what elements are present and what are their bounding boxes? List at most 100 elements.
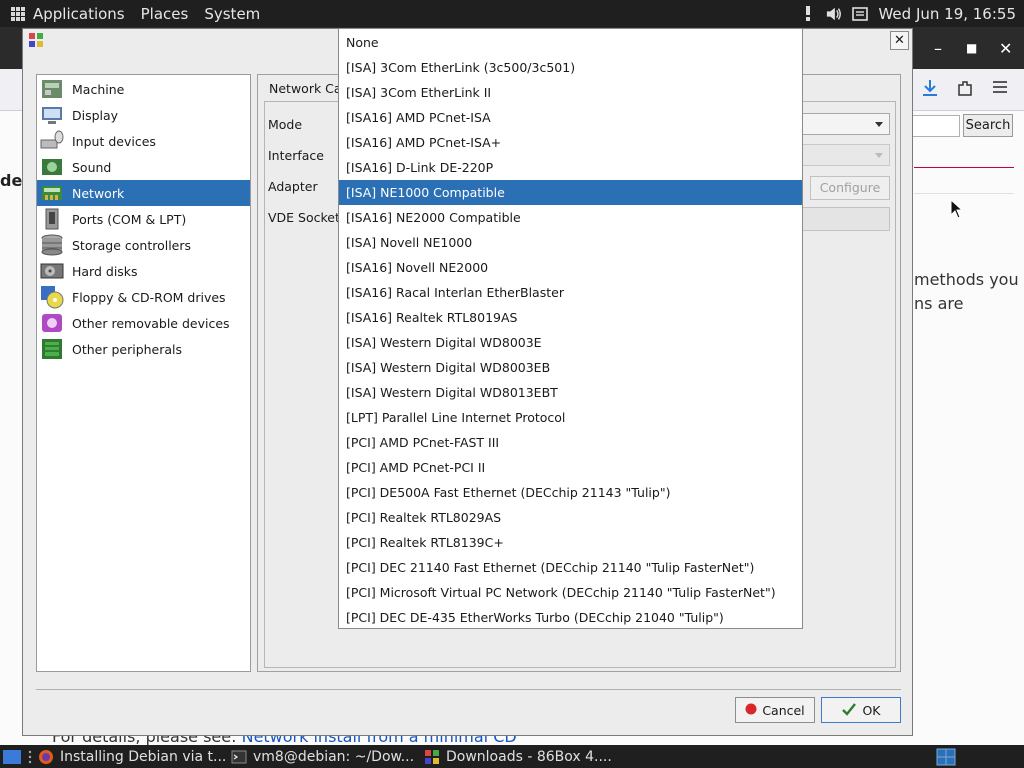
menu-applications[interactable]: Applications xyxy=(33,5,125,23)
adapter-option[interactable]: None xyxy=(339,30,802,55)
accessibility-icon[interactable] xyxy=(800,5,816,22)
firefox-icon xyxy=(38,749,54,765)
category-ports[interactable]: Ports (COM & LPT) xyxy=(37,206,250,232)
window-close-icon[interactable]: ✕ xyxy=(999,39,1012,58)
workspace-switcher-icon[interactable] xyxy=(936,745,956,768)
vde-socket-input[interactable] xyxy=(802,207,890,231)
adapter-option[interactable]: [ISA16] NE2000 Compatible xyxy=(339,205,802,230)
drag-handle-icon[interactable] xyxy=(28,745,32,768)
peripherals-icon xyxy=(40,337,64,361)
category-floppy-cdrom[interactable]: Floppy & CD-ROM drives xyxy=(37,284,250,310)
divider xyxy=(914,167,1014,168)
clock[interactable]: Wed Jun 19, 16:55 xyxy=(878,5,1016,23)
adapter-option[interactable]: [PCI] DEC 21140 Fast Ethernet (DECchip 2… xyxy=(339,555,802,580)
storage-controllers-icon xyxy=(40,233,64,257)
adapter-option[interactable]: [ISA16] Realtek RTL8019AS xyxy=(339,305,802,330)
adapter-option[interactable]: [ISA16] AMD PCnet-ISA xyxy=(339,105,802,130)
adapter-option[interactable]: [ISA] 3Com EtherLink II xyxy=(339,80,802,105)
sound-icon xyxy=(40,155,64,179)
divider xyxy=(36,689,901,690)
taskbar: Installing Debian via t... vm8@debian: ~… xyxy=(0,745,1024,768)
minimize-icon[interactable]: – xyxy=(934,39,942,58)
adapter-option[interactable]: [ISA16] Racal Interlan EtherBlaster xyxy=(339,280,802,305)
category-machine[interactable]: Machine xyxy=(37,76,250,102)
configure-button[interactable]: Configure xyxy=(810,176,890,200)
terminal-icon xyxy=(231,749,247,765)
menu-places[interactable]: Places xyxy=(141,5,189,23)
removable-devices-icon xyxy=(40,311,64,335)
86box-app-icon xyxy=(29,33,43,47)
menu-system[interactable]: System xyxy=(204,5,260,23)
category-removable-devices[interactable]: Other removable devices xyxy=(37,310,250,336)
ports-icon xyxy=(40,207,64,231)
adapter-option[interactable]: [ISA16] AMD PCnet-ISA+ xyxy=(339,130,802,155)
category-sound[interactable]: Sound xyxy=(37,154,250,180)
adapter-option[interactable]: [PCI] AMD PCnet-FAST III xyxy=(339,430,802,455)
floppy-cdrom-icon xyxy=(40,285,64,309)
taskbar-item-firefox[interactable]: Installing Debian via t... xyxy=(38,745,226,768)
adapter-option[interactable]: [ISA] Novell NE1000 xyxy=(339,230,802,255)
mode-label: Mode xyxy=(268,117,303,132)
adapter-option[interactable]: [ISA16] D-Link DE-220P xyxy=(339,155,802,180)
applications-grid-icon[interactable] xyxy=(11,6,25,21)
adapter-option[interactable]: [ISA] NE1000 Compatible xyxy=(339,180,802,205)
chevron-down-icon xyxy=(875,122,883,127)
cancel-icon xyxy=(745,703,757,718)
tab-network-cards[interactable]: Network Car xyxy=(269,81,347,96)
system-tray: Wed Jun 19, 16:55 xyxy=(800,0,1016,27)
top-panel: Applications Places System Wed Jun 19, 1… xyxy=(0,0,1024,27)
cancel-button[interactable]: Cancel xyxy=(735,697,815,723)
adapter-option[interactable]: [ISA] Western Digital WD8013EBT xyxy=(339,380,802,405)
taskbar-item-terminal[interactable]: vm8@debian: ~/Dow... xyxy=(231,745,414,768)
debian-logo-fragment: de xyxy=(0,171,23,190)
adapter-option[interactable]: [PCI] AMD PCnet-PCI II xyxy=(339,455,802,480)
adapter-label: Adapter xyxy=(268,179,318,194)
extensions-icon[interactable] xyxy=(956,79,974,100)
maximize-icon[interactable]: ■ xyxy=(966,41,977,55)
adapter-option[interactable]: [PCI] Microsoft Virtual PC Network (DECc… xyxy=(339,580,802,605)
network-icon xyxy=(40,181,64,205)
show-desktop-icon[interactable] xyxy=(2,745,22,768)
interface-select[interactable] xyxy=(802,144,890,166)
adapter-option[interactable]: [ISA16] Novell NE2000 xyxy=(339,255,802,280)
category-storage-controllers[interactable]: Storage controllers xyxy=(37,232,250,258)
display-icon xyxy=(40,103,64,127)
volume-icon[interactable] xyxy=(826,6,842,22)
hard-disks-icon xyxy=(40,259,64,283)
chevron-down-icon xyxy=(875,153,883,158)
adapter-option[interactable]: [ISA] Western Digital WD8003E xyxy=(339,330,802,355)
mouse-cursor-icon xyxy=(950,198,964,222)
page-text-line: ns are xyxy=(914,294,964,313)
notes-icon[interactable] xyxy=(852,6,869,22)
adapter-option[interactable]: [PCI] Realtek RTL8139C+ xyxy=(339,530,802,555)
adapter-option[interactable]: [LPT] Parallel Line Internet Protocol xyxy=(339,405,802,430)
page-text-line: methods you xyxy=(914,270,1019,289)
86box-icon xyxy=(424,749,440,765)
dialog-close-button[interactable]: ✕ xyxy=(890,31,909,50)
adapter-option[interactable]: [PCI] Realtek RTL8029AS xyxy=(339,505,802,530)
adapter-dropdown-list: None [ISA] 3Com EtherLink (3c500/3c501) [I… xyxy=(338,28,803,629)
machine-icon xyxy=(40,77,64,101)
category-other-peripherals[interactable]: Other peripherals xyxy=(37,336,250,362)
category-display[interactable]: Display xyxy=(37,102,250,128)
divider xyxy=(914,193,1014,194)
browser-search-button[interactable]: Search xyxy=(963,114,1013,137)
hamburger-menu-icon[interactable] xyxy=(992,80,1008,97)
settings-category-list: Machine Display Input devices Sound Netw… xyxy=(36,74,251,672)
vde-socket-label: VDE Socket xyxy=(268,210,340,225)
interface-label: Interface xyxy=(268,148,324,163)
adapter-option[interactable]: [ISA] 3Com EtherLink (3c500/3c501) xyxy=(339,55,802,80)
category-hard-disks[interactable]: Hard disks xyxy=(37,258,250,284)
mode-select[interactable] xyxy=(802,113,890,135)
ok-icon xyxy=(841,702,857,719)
ok-button[interactable]: OK xyxy=(821,697,901,723)
adapter-option[interactable]: [PCI] DEC DE-435 EtherWorks Turbo (DECch… xyxy=(339,605,802,630)
input-devices-icon xyxy=(40,129,64,153)
category-input-devices[interactable]: Input devices xyxy=(37,128,250,154)
downloads-icon[interactable] xyxy=(922,79,938,100)
taskbar-item-86box[interactable]: Downloads - 86Box 4.... xyxy=(424,745,612,768)
category-network[interactable]: Network xyxy=(37,180,250,206)
browser-search-field[interactable] xyxy=(912,115,960,137)
adapter-option[interactable]: [PCI] DE500A Fast Ethernet (DECchip 2114… xyxy=(339,480,802,505)
adapter-option[interactable]: [ISA] Western Digital WD8003EB xyxy=(339,355,802,380)
